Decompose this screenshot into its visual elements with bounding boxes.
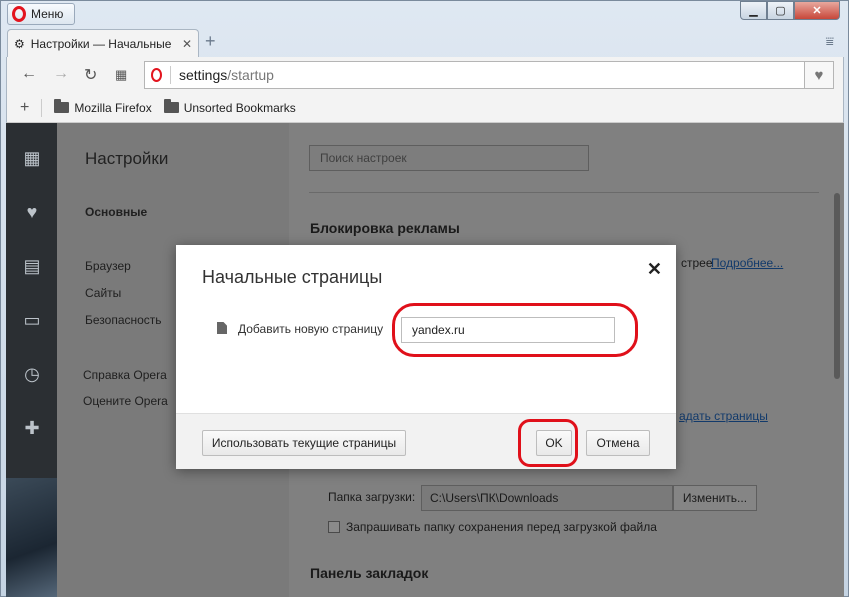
ask-save-location-row[interactable]: Запрашивать папку сохранения перед загру… <box>328 520 657 534</box>
page-icon <box>217 322 227 334</box>
nav-item-basic[interactable]: Основные <box>85 205 147 219</box>
opera-menu-button[interactable]: Меню <box>7 3 75 25</box>
nav-item-security[interactable]: Безопасность <box>85 313 162 327</box>
maximize-button[interactable]: ▢ <box>767 1 794 20</box>
nav-item-browser[interactable]: Браузер <box>85 259 131 273</box>
bookmark-label: Mozilla Firefox <box>74 100 152 115</box>
new-tab-button[interactable]: + <box>205 31 216 52</box>
download-folder-label: Папка загрузки: <box>328 490 416 504</box>
ask-save-label: Запрашивать папку сохранения перед загру… <box>346 520 657 534</box>
section-divider <box>309 192 819 193</box>
ask-save-checkbox[interactable] <box>328 521 340 533</box>
highlight-ring-input <box>392 303 638 357</box>
cancel-button[interactable]: Отмена <box>586 430 650 456</box>
startup-pages-dialog: Начальные страницы ✕ Добавить новую стра… <box>176 245 676 469</box>
extensions-puzzle-icon[interactable]: ✚ <box>21 417 43 439</box>
forward-icon[interactable]: → <box>53 65 69 83</box>
bookmarks-bar: + Mozilla Firefox Unsorted Bookmarks <box>6 93 844 123</box>
add-page-label: Добавить новую страницу <box>238 322 384 336</box>
opera-logo-icon <box>12 6 26 22</box>
sidebar-wallpaper <box>6 478 57 597</box>
address-separator <box>170 66 171 84</box>
tab-menu-icon[interactable]: ⩸ <box>825 33 834 50</box>
bookmark-heart-icon[interactable]: ♥ <box>804 61 834 89</box>
change-folder-button[interactable]: Изменить... <box>673 485 757 511</box>
add-bookmark-icon[interactable]: + <box>20 99 29 117</box>
address-bar[interactable]: settings/startup <box>144 61 807 89</box>
opera-sidebar: ▦ ♥ ▤ ▭ ◷ ✚ <box>6 123 57 597</box>
scrollbar[interactable] <box>834 193 840 379</box>
dialog-footer: Использовать текущие страницы OK Отмена <box>176 413 676 469</box>
address-path: /startup <box>227 67 274 83</box>
close-window-button[interactable]: ✕ <box>794 1 840 20</box>
tab-settings[interactable]: ⚙ Настройки — Начальные ✕ <box>7 29 199 57</box>
folder-icon <box>163 99 179 113</box>
bookmarks-heart-icon[interactable]: ♥ <box>21 201 43 223</box>
tab-close-icon[interactable]: ✕ <box>182 37 192 51</box>
ad-block-title: Блокировка рекламы <box>310 220 460 236</box>
menu-label: Меню <box>31 7 64 21</box>
gear-icon: ⚙ <box>14 36 25 51</box>
speed-dial-grid-icon[interactable]: ▦ <box>115 67 127 83</box>
ad-block-more-link[interactable]: Подробнее... <box>711 256 783 270</box>
tab-title: Настройки — Начальные <box>30 36 172 51</box>
bookmark-folder-mozilla-firefox[interactable]: Mozilla Firefox <box>54 99 152 115</box>
speed-dial-icon[interactable]: ▦ <box>21 147 43 169</box>
ad-block-text: стрее <box>681 256 713 270</box>
use-current-pages-button[interactable]: Использовать текущие страницы <box>202 430 406 456</box>
minimize-button[interactable]: ▁ <box>740 1 767 20</box>
folder-icon <box>54 99 70 113</box>
bookmarks-separator <box>41 98 43 117</box>
settings-title: Настройки <box>85 149 169 168</box>
news-icon[interactable]: ▤ <box>21 255 43 277</box>
nav-item-sites[interactable]: Сайты <box>85 286 121 300</box>
bookmark-label: Unsorted Bookmarks <box>183 100 296 115</box>
settings-search-input[interactable]: Поиск настроек <box>309 145 589 171</box>
browser-window: Меню ▁ ▢ ✕ ⚙ Настройки — Начальные ✕ + ⩸… <box>0 0 849 597</box>
window-controls: ▁ ▢ ✕ <box>740 1 840 20</box>
tabs-devices-icon[interactable]: ▭ <box>21 309 43 331</box>
close-icon[interactable]: ✕ <box>647 259 662 280</box>
address-host: settings <box>179 67 228 83</box>
download-folder-field[interactable]: C:\Users\ПК\Downloads <box>421 485 673 511</box>
bookmarks-panel-title: Панель закладок <box>310 565 429 581</box>
reload-icon[interactable]: ↻ <box>84 65 97 85</box>
highlight-ring-ok <box>518 419 578 467</box>
back-icon[interactable]: ← <box>21 65 37 83</box>
nav-rate-link[interactable]: Оцените Opera <box>83 394 168 408</box>
opera-o-icon <box>151 68 162 82</box>
bookmark-folder-unsorted[interactable]: Unsorted Bookmarks <box>163 99 296 115</box>
nav-help-link[interactable]: Справка Opera <box>83 368 167 382</box>
dialog-title: Начальные страницы <box>202 267 383 287</box>
history-clock-icon[interactable]: ◷ <box>21 363 43 385</box>
set-pages-link[interactable]: адать страницы <box>679 409 768 423</box>
navigation-toolbar: ← → ↻ ▦ settings/startup ♥ <box>6 57 844 93</box>
